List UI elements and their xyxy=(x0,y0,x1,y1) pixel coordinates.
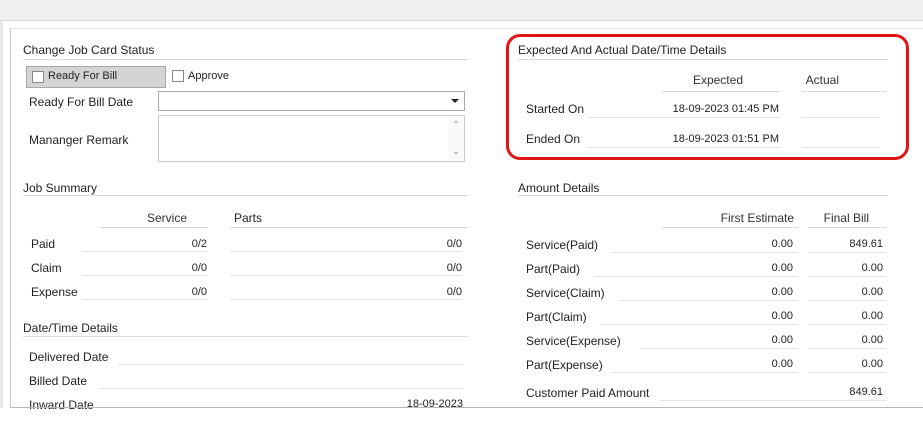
amount-row-line xyxy=(600,324,798,325)
expense-service-line xyxy=(82,299,208,300)
amount-row-final-bill: 0.00 xyxy=(861,358,883,370)
actual-header-rule xyxy=(802,91,886,92)
approve-checkbox[interactable] xyxy=(172,70,184,82)
amount-details-title: Amount Details xyxy=(518,181,600,195)
started-on-expected-line xyxy=(588,117,780,118)
paid-service-line xyxy=(82,251,208,252)
amount-row-final-bill: 849.61 xyxy=(849,238,883,250)
amount-row-first-estimate: 0.00 xyxy=(771,286,793,298)
amount-row-first-estimate: 0.00 xyxy=(771,358,793,370)
amount-row-final-bill: 0.00 xyxy=(861,286,883,298)
service-header-rule xyxy=(100,227,208,228)
customer-paid-amount-label: Customer Paid Amount xyxy=(526,386,650,400)
customer-paid-line xyxy=(660,400,886,401)
amount-row-first-estimate: 0.00 xyxy=(771,262,793,274)
ended-on-label: Ended On xyxy=(526,132,581,146)
manager-remark-label: Mananger Remark xyxy=(29,133,129,147)
amount-row-line xyxy=(808,324,886,325)
amount-row-label: Service(Claim) xyxy=(526,286,605,300)
col-parts-header: Parts xyxy=(234,211,263,225)
ended-on-expected-line xyxy=(588,147,780,148)
col-final-bill-header: Final Bill xyxy=(823,211,869,225)
paid-service: 0/2 xyxy=(191,238,207,250)
left-edge-strip xyxy=(0,21,3,408)
amount-details-title-rule xyxy=(518,195,888,196)
amount-row-final-bill: 0.00 xyxy=(861,262,883,274)
ready-for-bill-button[interactable]: Ready For Bill xyxy=(26,66,166,88)
ready-for-bill-label: Ready For Bill xyxy=(48,70,118,82)
amount-row-line xyxy=(808,372,886,373)
manager-remark-scrollbar[interactable] xyxy=(448,116,464,161)
amount-row-label: Part(Expense) xyxy=(526,358,603,372)
amount-row-final-bill: 0.00 xyxy=(861,334,883,346)
amount-row-label: Service(Paid) xyxy=(526,238,599,252)
amount-row-line xyxy=(808,276,886,277)
manager-remark-input[interactable] xyxy=(158,115,465,162)
claim-parts-line xyxy=(230,275,462,276)
delivered-date-line xyxy=(118,364,464,365)
scroll-up-icon[interactable] xyxy=(453,120,459,123)
started-on-expected: 18-09-2023 01:45 PM xyxy=(672,103,779,115)
scroll-down-icon[interactable] xyxy=(453,152,459,155)
amount-row-line xyxy=(612,372,798,373)
amount-row-line xyxy=(620,300,798,301)
amount-row-line xyxy=(612,252,798,253)
bottom-area xyxy=(0,409,923,446)
ready-for-bill-checkbox[interactable] xyxy=(32,71,44,83)
amount-row-line xyxy=(594,276,798,277)
amount-row-first-estimate: 0.00 xyxy=(771,310,793,322)
amount-row-first-estimate: 0.00 xyxy=(771,238,793,250)
expected-actual-title: Expected And Actual Date/Time Details xyxy=(518,43,727,57)
amount-row-line xyxy=(640,348,798,349)
datetime-details-title: Date/Time Details xyxy=(23,321,118,335)
first-estimate-header-rule xyxy=(662,227,798,228)
col-expected-header: Expected xyxy=(692,73,743,87)
expense-label: Expense xyxy=(31,285,78,299)
ready-for-bill-date-label: Ready For Bill Date xyxy=(29,95,134,109)
expected-actual-title-rule xyxy=(518,59,888,60)
dropdown-arrow-icon[interactable] xyxy=(451,99,459,103)
amount-row-label: Part(Claim) xyxy=(526,310,587,324)
parts-header-rule xyxy=(230,227,468,228)
expense-service: 0/0 xyxy=(191,286,207,298)
status-title-rule xyxy=(23,59,468,60)
job-summary-title-rule xyxy=(23,195,468,196)
amount-row-final-bill: 0.00 xyxy=(861,310,883,322)
change-job-card-status-title: Change Job Card Status xyxy=(23,43,155,57)
job-summary-title: Job Summary xyxy=(23,181,98,195)
claim-service-line xyxy=(82,275,208,276)
datetime-details-title-rule xyxy=(23,336,468,337)
started-on-actual-line xyxy=(802,117,880,118)
amount-row-first-estimate: 0.00 xyxy=(771,334,793,346)
claim-service: 0/0 xyxy=(191,262,207,274)
ready-for-bill-date-combo[interactable] xyxy=(158,91,465,111)
delivered-date-label: Delivered Date xyxy=(29,350,109,364)
final-bill-header-rule xyxy=(808,227,886,228)
amount-row-line xyxy=(808,252,886,253)
amount-row-line xyxy=(808,300,886,301)
claim-parts: 0/0 xyxy=(446,262,462,274)
ended-on-actual-line xyxy=(802,147,880,148)
customer-paid-amount-value: 849.61 xyxy=(849,386,883,398)
started-on-label: Started On xyxy=(526,102,585,116)
paid-parts: 0/0 xyxy=(446,238,462,250)
amount-row-label: Part(Paid) xyxy=(526,262,581,276)
ended-on-expected: 18-09-2023 01:51 PM xyxy=(672,133,779,145)
expense-parts: 0/0 xyxy=(446,286,462,298)
billed-date-line xyxy=(100,388,464,389)
expected-header-rule xyxy=(662,91,780,92)
amount-row-line xyxy=(808,348,886,349)
paid-parts-line xyxy=(230,251,462,252)
top-toolbar xyxy=(0,0,923,21)
paid-label: Paid xyxy=(31,237,56,251)
amount-row-label: Service(Expense) xyxy=(526,334,621,348)
col-first-estimate-header: First Estimate xyxy=(720,211,794,225)
approve-label: Approve xyxy=(188,70,229,82)
col-actual-header: Actual xyxy=(805,73,839,87)
claim-label: Claim xyxy=(31,261,62,275)
expense-parts-line xyxy=(230,299,462,300)
col-service-header: Service xyxy=(146,211,187,225)
billed-date-label: Billed Date xyxy=(29,374,88,388)
